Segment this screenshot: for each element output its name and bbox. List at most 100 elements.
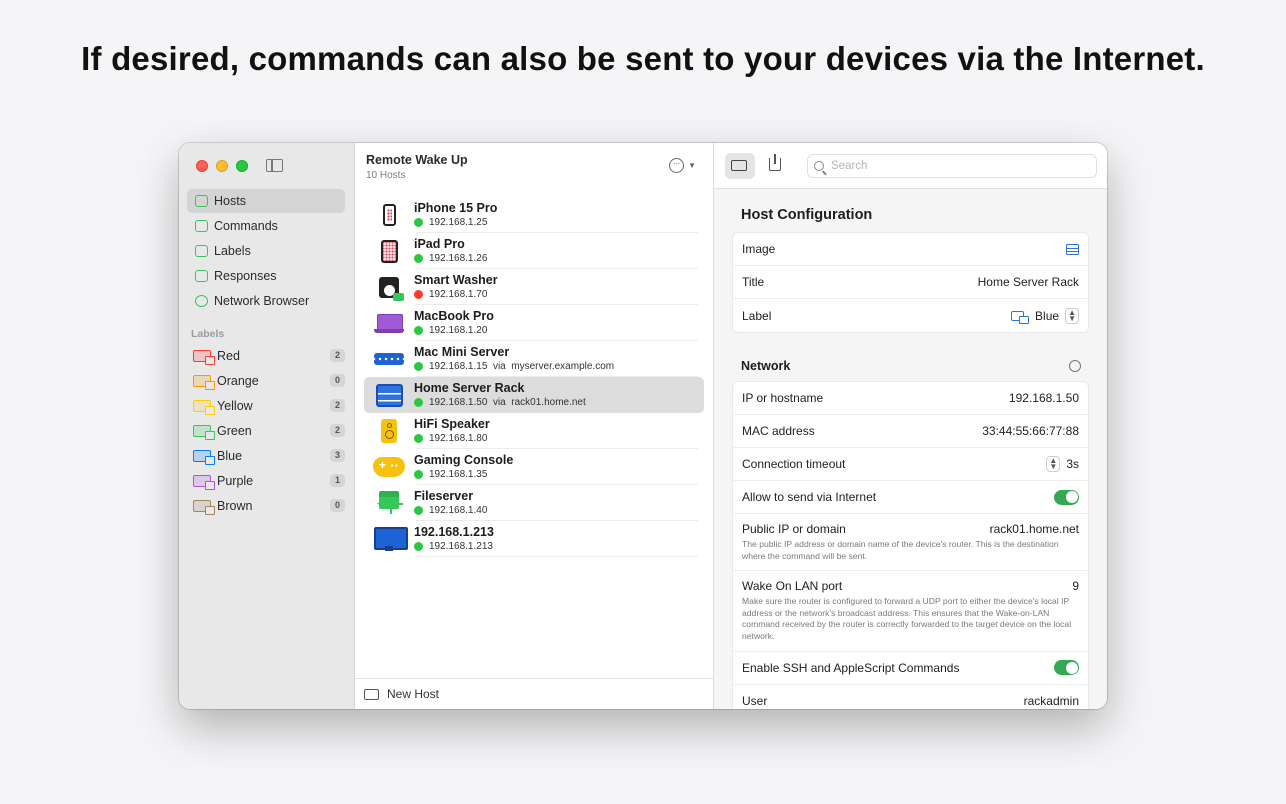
labels-section-heading: Labels [191, 328, 225, 340]
host-icon-wrap [364, 383, 414, 407]
sidebar-item-label: Hosts [214, 194, 246, 208]
label-row[interactable]: Label Blue ▲ ▼ [733, 299, 1088, 332]
window-controls [196, 160, 248, 172]
host-row[interactable]: Home Server Rack 192.168.1.50 via rack01.… [364, 377, 704, 413]
share-button[interactable] [760, 153, 790, 179]
sidebar-toggle-icon[interactable] [266, 159, 283, 172]
host-row[interactable]: Fileserver 192.168.1.40 [364, 485, 704, 521]
host-address-text: 192.168.1.70 [429, 289, 488, 300]
sidebar: Hosts Commands Labels Responses Network … [179, 143, 355, 709]
status-dot [414, 506, 423, 515]
commands-icon [195, 220, 208, 232]
stepper-icon[interactable]: ▲ ▼ [1046, 456, 1061, 472]
ssh-row: Enable SSH and AppleScript Commands [733, 652, 1088, 685]
host-config-button[interactable] [725, 153, 755, 179]
ip-row[interactable]: IP or hostname 192.168.1.50 [733, 382, 1088, 415]
label-tag-icon [193, 449, 215, 465]
public-ip-value[interactable]: rack01.home.net [990, 522, 1079, 536]
list-header: Remote Wake Up 10 Hosts [366, 153, 468, 181]
host-row[interactable]: HiFi Speaker 192.168.1.80 [364, 413, 704, 449]
label-select[interactable]: Blue ▲ ▼ [1011, 307, 1079, 324]
label-item-green[interactable]: Green 2 [187, 418, 345, 443]
minimize-window-button[interactable] [216, 160, 228, 172]
label-item-orange[interactable]: Orange 0 [187, 368, 345, 393]
ssh-label: Enable SSH and AppleScript Commands [742, 660, 960, 675]
search-input[interactable] [831, 160, 1071, 172]
image-row[interactable]: Image [733, 233, 1088, 266]
sidebar-item-responses[interactable]: Responses [187, 264, 345, 288]
speaker-icon [381, 419, 397, 443]
host-config-form: Host Configuration Image Title Home Serv… [714, 189, 1107, 709]
network-scan-icon[interactable] [1069, 360, 1081, 372]
host-icon-wrap [364, 276, 414, 301]
mac-value[interactable]: 33:44:55:66:77:88 [982, 424, 1079, 438]
host-icon-wrap [364, 313, 414, 333]
label-count-badge: 1 [330, 474, 345, 487]
host-text: HiFi Speaker 192.168.1.80 [414, 417, 704, 445]
label-item-blue[interactable]: Blue 3 [187, 443, 345, 468]
zoom-window-button[interactable] [236, 160, 248, 172]
new-host-label: New Host [387, 687, 440, 701]
host-icon-wrap [364, 353, 414, 365]
label-item-brown[interactable]: Brown 0 [187, 493, 345, 518]
title-row[interactable]: Title Home Server Rack [733, 266, 1088, 299]
wol-port-row[interactable]: Wake On LAN port 9 Make sure the router … [733, 571, 1088, 652]
public-ip-label: Public IP or domain [742, 522, 846, 536]
host-row[interactable]: iPhone 15 Pro 192.168.1.25 [364, 197, 704, 233]
hosts-icon [195, 195, 208, 207]
sidebar-item-label: Labels [214, 244, 251, 258]
network-title: Network [741, 359, 791, 373]
sidebar-item-commands[interactable]: Commands [187, 214, 345, 238]
close-window-button[interactable] [196, 160, 208, 172]
wol-port-label: Wake On LAN port [742, 579, 843, 594]
sidebar-item-hosts[interactable]: Hosts [187, 189, 345, 213]
public-ip-row[interactable]: Public IP or domain rack01.home.net The … [733, 514, 1088, 572]
mac-row[interactable]: MAC address 33:44:55:66:77:88 [733, 415, 1088, 448]
label-item-yellow[interactable]: Yellow 2 [187, 393, 345, 418]
status-dot [414, 218, 423, 227]
label-tag-icon [193, 474, 215, 490]
host-address: 192.168.1.15 via myserver.example.com [414, 360, 704, 373]
wol-port-value[interactable]: 9 [1072, 579, 1079, 593]
timeout-row[interactable]: Connection timeout ▲ ▼ 3s [733, 448, 1088, 481]
host-row[interactable]: Mac Mini Server 192.168.1.15 via myserver… [364, 341, 704, 377]
new-host-button[interactable]: New Host [355, 678, 713, 709]
timeout-stepper[interactable]: ▲ ▼ 3s [1046, 456, 1079, 472]
sidebar-item-labels[interactable]: Labels [187, 239, 345, 263]
ip-value[interactable]: 192.168.1.50 [1009, 391, 1079, 405]
title-value[interactable]: Home Server Rack [978, 275, 1079, 289]
label-name: Brown [217, 498, 253, 513]
host-config-title: Host Configuration [741, 207, 873, 223]
status-dot [414, 470, 423, 479]
host-row[interactable]: Smart Washer 192.168.1.70 [364, 269, 704, 305]
network-tree-icon [377, 491, 403, 515]
host-icon-wrap [364, 204, 414, 226]
host-row[interactable]: iPad Pro 192.168.1.26 [364, 233, 704, 269]
status-dot [414, 290, 423, 299]
host-row[interactable]: 192.168.1.213 192.168.1.213 [364, 521, 704, 557]
label-item-purple[interactable]: Purple 1 [187, 468, 345, 493]
label-item-red[interactable]: Red 2 [187, 343, 345, 368]
sidebar-item-network-browser[interactable]: Network Browser [187, 289, 345, 313]
host-address-text: 192.168.1.40 [429, 505, 488, 516]
host-row[interactable]: Gaming Console 192.168.1.35 [364, 449, 704, 485]
more-options-button[interactable]: ··· ▼ [669, 158, 696, 173]
labels-icon [195, 245, 208, 257]
user-value[interactable]: rackadmin [1024, 694, 1079, 708]
add-host-icon [364, 688, 379, 700]
ellipsis-icon: ··· [669, 158, 685, 173]
monitor-icon [374, 527, 408, 551]
host-name: HiFi Speaker [414, 417, 490, 431]
label-name: Green [217, 423, 252, 438]
host-icon-wrap [364, 419, 414, 443]
user-row[interactable]: User rackadmin [733, 685, 1088, 709]
host-text: iPad Pro 192.168.1.26 [414, 237, 704, 265]
host-address-text: 192.168.1.15 via myserver.example.com [429, 361, 615, 372]
internet-toggle[interactable] [1054, 489, 1079, 505]
ssh-toggle[interactable] [1054, 660, 1079, 676]
host-text: Gaming Console 192.168.1.35 [414, 453, 704, 481]
server-rack-icon[interactable] [1066, 243, 1079, 255]
label-icon [1011, 310, 1030, 324]
host-row[interactable]: MacBook Pro 192.168.1.20 [364, 305, 704, 341]
host-name: Mac Mini Server [414, 345, 510, 359]
